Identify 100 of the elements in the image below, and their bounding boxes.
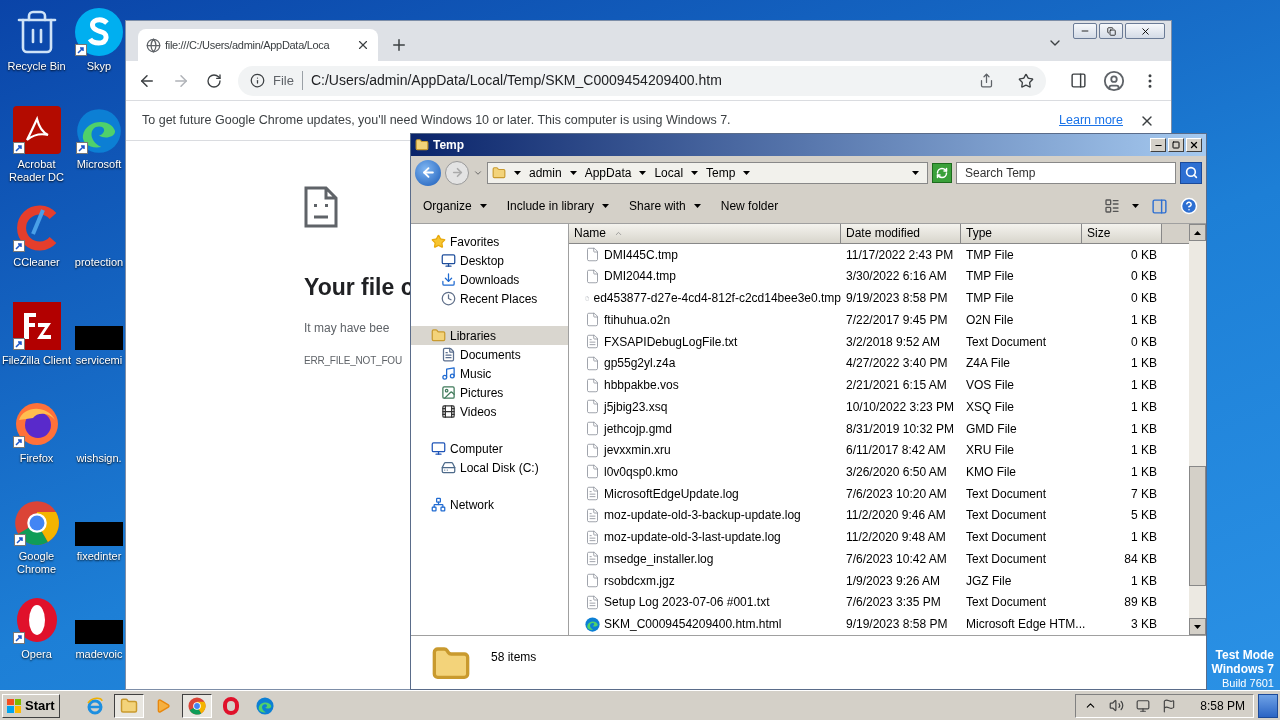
breadcrumb-item[interactable]: AppData	[584, 163, 632, 182]
taskbar-app-button[interactable]	[113, 693, 144, 718]
new-tab-icon[interactable]	[390, 36, 408, 54]
file-name[interactable]: SKM_C0009454209400.htm.html	[604, 615, 782, 634]
file-name[interactable]: gp55g2yl.z4a	[604, 354, 676, 373]
file-name[interactable]: rsobdcxm.jgz	[604, 571, 675, 590]
desktop-icon-label[interactable]: Opera	[21, 648, 52, 661]
breadcrumb-item[interactable]: Local	[654, 163, 684, 182]
nav-item[interactable]: Recent Places	[411, 289, 568, 308]
restore-button[interactable]	[1099, 23, 1123, 39]
address-bar[interactable]: File C:/Users/admin/AppData/Local/Temp/SKM_C0009454209400.htm	[238, 65, 1046, 96]
show-desktop-button[interactable]	[1258, 693, 1278, 718]
desktop-icon-label[interactable]: protection	[74, 256, 124, 269]
desktop-icon-label[interactable]: Microsoft	[76, 158, 122, 171]
close-tab-icon[interactable]	[356, 38, 370, 52]
nav-item[interactable]: Favorites	[411, 232, 568, 251]
toolbar-button[interactable]: Organize	[419, 197, 491, 215]
file-name[interactable]: FXSAPIDebugLogFile.txt	[604, 332, 738, 351]
reload-icon[interactable]	[206, 72, 222, 89]
toolbar-button[interactable]: Include in library	[502, 197, 614, 215]
file-name[interactable]: moz-update-old-3-last-update.log	[604, 528, 781, 547]
desktop-icon-label[interactable]: Firefox	[19, 452, 54, 465]
desktop-icon-label[interactable]: servicemi	[75, 354, 123, 367]
edge-icon	[255, 696, 274, 715]
bookmark-star-icon[interactable]	[1018, 72, 1034, 89]
date-modified: 9/19/2023 8:58 PM	[845, 616, 949, 634]
nav-item[interactable]: Desktop	[411, 251, 568, 270]
file-name[interactable]: DMI445C.tmp	[604, 245, 679, 264]
desktop-icon-label[interactable]: Acrobat Reader DC	[0, 158, 73, 184]
breadcrumb-caret-icon[interactable]	[743, 170, 751, 175]
file-name[interactable]: l0v0qsp0.kmo	[604, 462, 679, 481]
column-header[interactable]: Date modified	[841, 224, 961, 244]
clock[interactable]: 8:58 PM	[1200, 696, 1245, 715]
file-type: O2N File	[965, 311, 1015, 329]
file-name[interactable]: hbbpakbe.vos	[604, 376, 679, 395]
toolbar-button[interactable]: New folder	[716, 197, 783, 215]
file-name[interactable]: moz-update-old-3-backup-update.log	[604, 506, 801, 525]
nav-item[interactable]: Pictures	[411, 383, 568, 402]
scrollbar[interactable]	[1189, 224, 1206, 635]
file-name[interactable]: jevxxmin.xru	[604, 441, 671, 460]
breadcrumb-item[interactable]: admin	[529, 163, 562, 182]
nav-item[interactable]: Local Disk (C:)	[411, 458, 568, 477]
taskbar-app-button[interactable]	[181, 693, 212, 718]
desktop-icon-label[interactable]: wishsign.	[76, 452, 122, 465]
view-options-icon[interactable]	[1104, 198, 1120, 214]
browser-tab[interactable]: file:///C:/Users/admin/AppData/Loca	[138, 29, 378, 61]
maximize-icon	[1172, 141, 1180, 149]
preview-pane-icon[interactable]	[1151, 197, 1168, 215]
breadcrumb-caret-icon[interactable]	[514, 170, 521, 175]
learn-more-link[interactable]: Learn more	[1059, 111, 1123, 130]
nav-item[interactable]: Network	[411, 495, 568, 514]
address-dropdown-icon[interactable]	[912, 170, 919, 175]
breadcrumb-item[interactable]: Temp	[706, 163, 736, 182]
nav-item[interactable]: Documents	[411, 345, 568, 364]
nav-item[interactable]: Downloads	[411, 270, 568, 289]
column-header[interactable]: Name	[569, 224, 841, 244]
breadcrumb-caret-icon[interactable]	[639, 170, 647, 175]
speaker-icon[interactable]	[1109, 698, 1125, 713]
toolbar-button[interactable]: Share with	[625, 197, 705, 215]
file-name[interactable]: j5jbig23.xsq	[604, 397, 668, 416]
scroll-up-icon[interactable]	[1194, 230, 1201, 235]
refresh-button[interactable]	[932, 162, 952, 183]
back-button[interactable]	[415, 159, 441, 186]
file-size: 0 KB	[1130, 246, 1158, 264]
desktop-icon-label[interactable]: Recycle Bin	[7, 60, 66, 73]
nav-item[interactable]: Music	[411, 364, 568, 383]
share-icon[interactable]	[979, 73, 994, 88]
column-header[interactable]: Size	[1082, 224, 1162, 244]
desktop-icon-label[interactable]: madevoic	[75, 648, 123, 661]
side-panel-icon[interactable]	[1070, 72, 1087, 89]
address-bar[interactable]: admin AppData Local Temp	[487, 161, 928, 184]
breadcrumb-caret-icon[interactable]	[569, 170, 577, 175]
desktop-icon-label[interactable]: fixedinter	[76, 550, 122, 563]
help-icon[interactable]	[1180, 197, 1198, 215]
search-field[interactable]: Search Temp	[956, 161, 1176, 184]
flag-icon[interactable]	[1162, 698, 1177, 713]
file-name[interactable]: jethcojp.gmd	[604, 419, 673, 438]
nav-item[interactable]: Videos	[411, 402, 568, 421]
scroll-down-icon[interactable]	[1194, 624, 1201, 629]
nav-item[interactable]: Computer	[411, 439, 568, 458]
file-name[interactable]: Setup Log 2023-07-06 #001.txt	[604, 593, 770, 612]
maximize-button[interactable]	[1168, 138, 1184, 152]
text-file-icon	[585, 334, 600, 350]
file-name[interactable]: ed453877-d27e-4cd4-812f-c2cd14bee3e0.tmp	[593, 289, 841, 308]
view-caret-icon[interactable]	[1132, 204, 1139, 208]
file-name[interactable]: msedge_installer.log	[604, 549, 714, 568]
file-name[interactable]: ftihuhua.o2n	[604, 310, 671, 329]
desktop-icon-label[interactable]: FileZilla Client	[1, 354, 72, 367]
start-button[interactable]: Start	[2, 693, 60, 718]
desktop-icon-label[interactable]: Google Chrome	[0, 550, 73, 576]
nav-item[interactable]: Libraries	[411, 326, 568, 345]
file-name[interactable]: MicrosoftEdgeUpdate.log	[604, 484, 739, 503]
file-name[interactable]: DMI2044.tmp	[604, 267, 677, 286]
search-button[interactable]	[1180, 161, 1202, 184]
desktop-icon-label[interactable]: CCleaner	[13, 256, 60, 269]
breadcrumb-caret-icon[interactable]	[691, 170, 699, 175]
profile-icon[interactable]	[1103, 69, 1125, 92]
column-header[interactable]: Type	[961, 224, 1082, 244]
desktop-icon-label[interactable]: Skyp	[86, 60, 112, 73]
network-status-icon[interactable]	[1136, 698, 1151, 713]
